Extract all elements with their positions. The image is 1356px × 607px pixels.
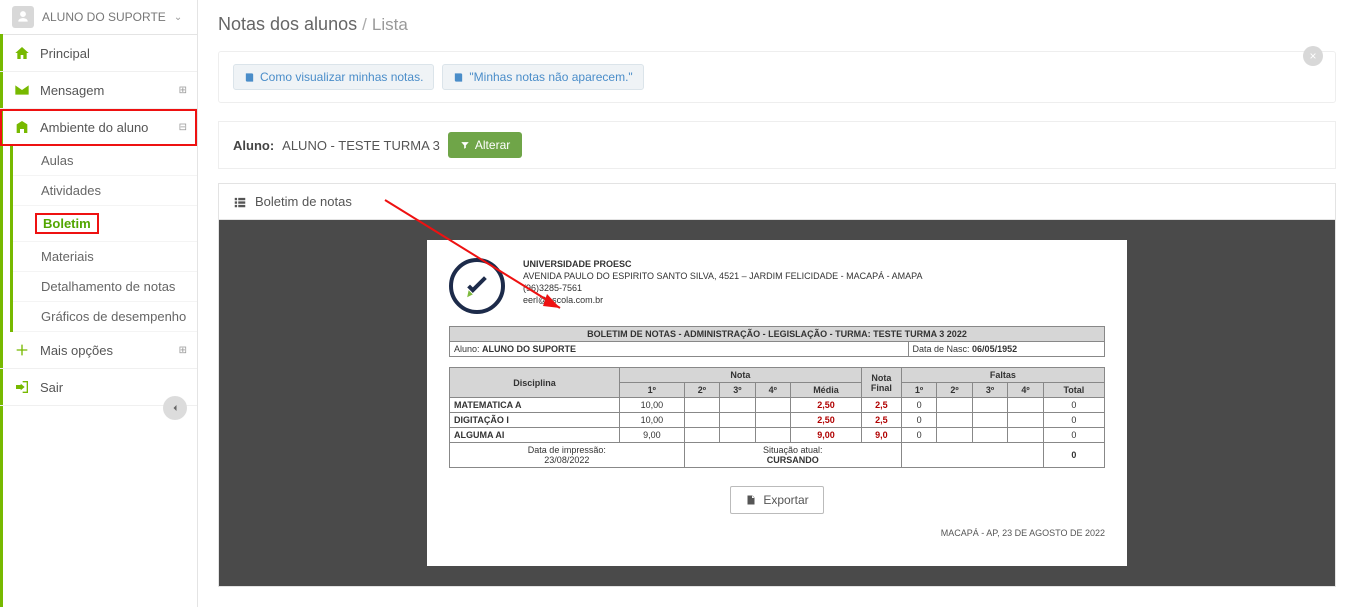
th-f3: 3º bbox=[972, 383, 1007, 398]
book-icon bbox=[244, 72, 255, 83]
school-address: AVENIDA PAULO DO ESPIRITO SANTO SILVA, 4… bbox=[523, 270, 922, 282]
panel-title: Boletim de notas bbox=[255, 194, 352, 209]
th-1: 1º bbox=[620, 383, 685, 398]
th-disciplina: Disciplina bbox=[450, 368, 620, 398]
report-card: UNIVERSIDADE PROESC AVENIDA PAULO DO ESP… bbox=[427, 240, 1127, 566]
school-email: eerl@escola.com.br bbox=[523, 294, 922, 306]
user-menu[interactable]: ALUNO DO SUPORTE ⌄ bbox=[0, 0, 197, 35]
report-viewport: UNIVERSIDADE PROESC AVENIDA PAULO DO ESP… bbox=[219, 220, 1335, 586]
nav-mais[interactable]: Mais opções ⊞ bbox=[0, 332, 197, 369]
breadcrumb: Notas dos alunos / Lista bbox=[198, 0, 1356, 45]
report-footer: MACAPÁ - AP, 23 DE AGOSTO DE 2022 bbox=[449, 528, 1105, 538]
logout-icon bbox=[14, 379, 30, 395]
nav-mensagem-label: Mensagem bbox=[40, 83, 104, 98]
th-media: Média bbox=[791, 383, 862, 398]
grade-row: DIGITAÇÃO I10,002,502,500 bbox=[450, 413, 1105, 428]
sub-boletim[interactable]: Boletim bbox=[13, 206, 197, 242]
report-meta-table: BOLETIM DE NOTAS - ADMINISTRAÇÃO - LEGIS… bbox=[449, 326, 1105, 357]
mail-icon bbox=[14, 82, 30, 98]
export-icon bbox=[745, 494, 757, 506]
print-date: 23/08/2022 bbox=[544, 455, 589, 465]
boletim-panel: Boletim de notas UNIVERSIDADE PROESC AVE… bbox=[218, 183, 1336, 587]
export-label: Exportar bbox=[763, 493, 808, 507]
student-name: ALUNO - TESTE TURMA 3 bbox=[282, 138, 440, 153]
sidebar: ALUNO DO SUPORTE ⌄ Principal Mensagem ⊞ … bbox=[0, 0, 198, 607]
expand-icon: ⊞ bbox=[179, 345, 187, 356]
nasc-label: Data de Nasc: bbox=[913, 344, 970, 354]
close-helpbar-button[interactable]: × bbox=[1303, 46, 1323, 66]
building-icon bbox=[14, 119, 30, 135]
help-bar: Como visualizar minhas notas. "Minhas no… bbox=[218, 51, 1336, 103]
book-icon bbox=[453, 72, 464, 83]
collapse-icon: ⊟ bbox=[179, 122, 187, 133]
nav-ambiente-submenu: Aulas Atividades Boletim Materiais Detal… bbox=[10, 146, 197, 332]
export-button[interactable]: Exportar bbox=[730, 486, 823, 514]
help-link-label: "Minhas notas não aparecem." bbox=[469, 70, 632, 84]
school-logo bbox=[449, 258, 505, 314]
school-phone: (96)3285-7561 bbox=[523, 282, 922, 294]
expand-icon: ⊞ bbox=[179, 85, 187, 96]
status-label: Situação atual: bbox=[763, 445, 823, 455]
nav-principal-label: Principal bbox=[40, 46, 90, 61]
student-selector: Aluno: ALUNO - TESTE TURMA 3 Alterar bbox=[218, 121, 1336, 169]
main-content: Notas dos alunos / Lista Como visualizar… bbox=[198, 0, 1356, 607]
nav-ambiente[interactable]: Ambiente do aluno ⊟ bbox=[0, 109, 197, 146]
user-name: ALUNO DO SUPORTE bbox=[42, 10, 166, 24]
print-label: Data de impressão: bbox=[528, 445, 606, 455]
collapse-sidebar-button[interactable] bbox=[163, 396, 187, 420]
nav-sair-label: Sair bbox=[40, 380, 63, 395]
sub-boletim-label: Boletim bbox=[35, 213, 99, 234]
th-f2: 2º bbox=[937, 383, 972, 398]
breadcrumb-sub: Lista bbox=[372, 15, 408, 34]
sub-graficos[interactable]: Gráficos de desempenho bbox=[13, 302, 197, 332]
panel-header: Boletim de notas bbox=[219, 184, 1335, 220]
school-info: UNIVERSIDADE PROESC AVENIDA PAULO DO ESP… bbox=[523, 258, 922, 307]
th-2: 2º bbox=[684, 383, 719, 398]
total-faltas: 0 bbox=[1071, 450, 1076, 460]
th-final: Nota Final bbox=[861, 368, 901, 398]
breadcrumb-main: Notas dos alunos bbox=[218, 14, 357, 34]
home-icon bbox=[14, 45, 30, 61]
sub-atividades[interactable]: Atividades bbox=[13, 176, 197, 206]
student-label: Aluno: bbox=[233, 138, 274, 153]
filter-icon bbox=[460, 140, 470, 150]
nav-mensagem[interactable]: Mensagem ⊞ bbox=[0, 72, 197, 109]
th-f4: 4º bbox=[1008, 383, 1043, 398]
th-faltas: Faltas bbox=[901, 368, 1104, 383]
nasc-value: 06/05/1952 bbox=[972, 344, 1017, 354]
avatar-icon bbox=[12, 6, 34, 28]
sub-materiais[interactable]: Materiais bbox=[13, 242, 197, 272]
help-link-label: Como visualizar minhas notas. bbox=[260, 70, 423, 84]
help-link-naoaparecem[interactable]: "Minhas notas não aparecem." bbox=[442, 64, 643, 90]
aluno-value: ALUNO DO SUPORTE bbox=[482, 344, 576, 354]
nav-ambiente-label: Ambiente do aluno bbox=[40, 120, 148, 135]
grades-table: Disciplina Nota Nota Final Faltas 1º 2º … bbox=[449, 367, 1105, 468]
th-ftotal: Total bbox=[1043, 383, 1104, 398]
alterar-button[interactable]: Alterar bbox=[448, 132, 522, 158]
list-icon bbox=[233, 195, 247, 209]
nav-principal[interactable]: Principal bbox=[0, 35, 197, 72]
th-3: 3º bbox=[720, 383, 755, 398]
th-4: 4º bbox=[755, 383, 790, 398]
alterar-label: Alterar bbox=[475, 138, 510, 152]
breadcrumb-sep: / bbox=[362, 15, 367, 34]
sub-detalhamento[interactable]: Detalhamento de notas bbox=[13, 272, 197, 302]
chevron-down-icon: ⌄ bbox=[174, 12, 182, 23]
grade-row: ALGUMA AI9,009,009,000 bbox=[450, 428, 1105, 443]
plus-icon bbox=[14, 342, 30, 358]
school-name: UNIVERSIDADE PROESC bbox=[523, 258, 922, 270]
aluno-label: Aluno: bbox=[454, 344, 480, 354]
report-title: BOLETIM DE NOTAS - ADMINISTRAÇÃO - LEGIS… bbox=[450, 327, 1105, 342]
sub-aulas[interactable]: Aulas bbox=[13, 146, 197, 176]
grade-row: MATEMATICA A10,002,502,500 bbox=[450, 398, 1105, 413]
th-nota: Nota bbox=[620, 368, 862, 383]
th-f1: 1º bbox=[901, 383, 936, 398]
status-value: CURSANDO bbox=[767, 455, 819, 465]
help-link-visualizar[interactable]: Como visualizar minhas notas. bbox=[233, 64, 434, 90]
nav-mais-label: Mais opções bbox=[40, 343, 113, 358]
